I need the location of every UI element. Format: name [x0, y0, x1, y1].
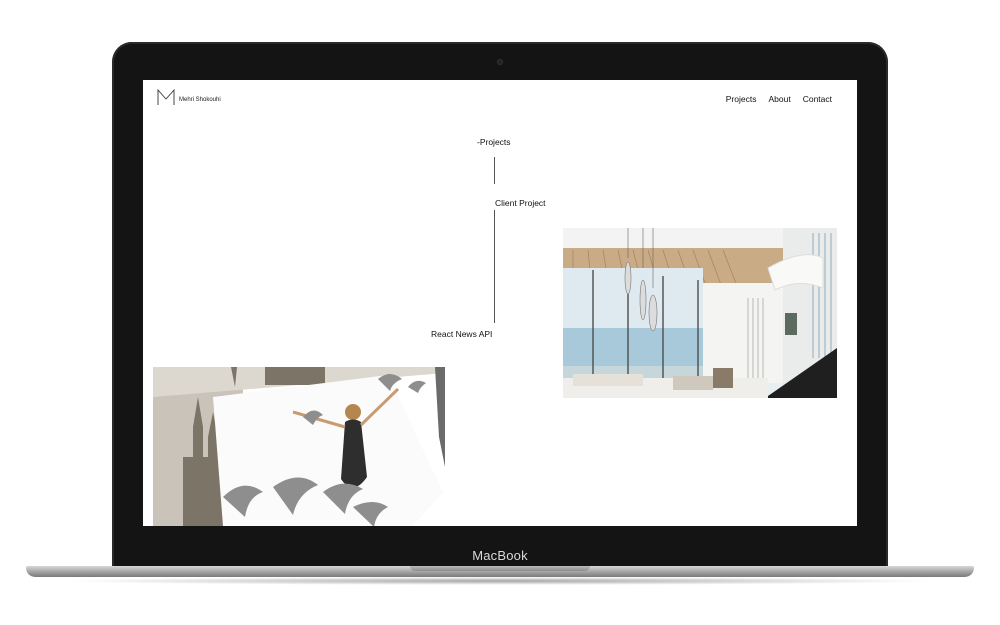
- nav-projects[interactable]: Projects: [726, 94, 757, 104]
- interior-project-image[interactable]: [563, 228, 837, 398]
- connector-line: [494, 210, 495, 323]
- logo-icon[interactable]: [157, 88, 175, 106]
- owner-name: Mehri Shokouhi: [179, 97, 221, 103]
- collage-project-image[interactable]: [153, 367, 445, 526]
- nav-contact[interactable]: Contact: [803, 94, 832, 104]
- laptop-base-notch: [410, 566, 590, 571]
- nav-about[interactable]: About: [768, 94, 790, 104]
- connector-line: [494, 157, 495, 184]
- main-nav: Projects About Contact: [726, 94, 832, 104]
- laptop-shadow: [60, 577, 940, 585]
- project-link-react-news[interactable]: React News API: [431, 329, 492, 339]
- camera-icon: [497, 59, 503, 65]
- project-link-client[interactable]: Client Project: [495, 198, 546, 208]
- projects-heading: -Projects: [477, 137, 511, 147]
- device-brand-label: MacBook: [472, 548, 528, 563]
- laptop-screen: Mehri Shokouhi Projects About Contact -P…: [143, 80, 857, 526]
